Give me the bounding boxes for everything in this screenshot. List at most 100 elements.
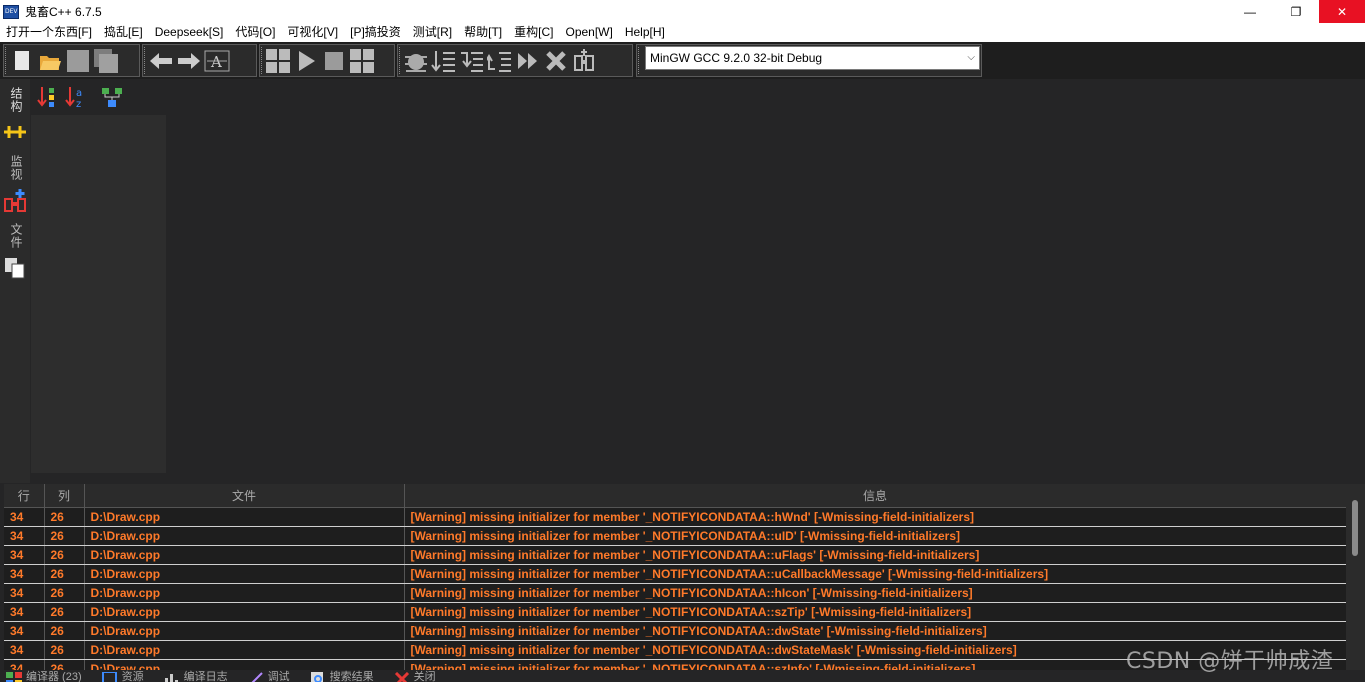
cell-col: 26	[44, 640, 85, 660]
close-tab-icon	[394, 672, 409, 682]
open-folder-icon[interactable]	[36, 47, 64, 75]
compiler-select-value: MinGW GCC 9.2.0 32-bit Debug	[650, 51, 823, 65]
cell-file: D:\Draw.cpp	[84, 621, 405, 641]
column-header-col[interactable]: 列	[44, 484, 85, 508]
cell-file: D:\Draw.cpp	[84, 564, 405, 584]
arrow-left-icon[interactable]	[147, 47, 175, 75]
cell-file: D:\Draw.cpp	[84, 602, 405, 622]
cell-file: D:\Draw.cpp	[84, 507, 405, 527]
tab-debug[interactable]: 调试	[248, 670, 290, 682]
cell-col: 26	[44, 583, 85, 603]
sort-by-type-icon[interactable]	[34, 83, 62, 111]
column-header-line[interactable]: 行	[4, 484, 45, 508]
compile-log-tab-icon	[164, 674, 178, 682]
menu-help-cn[interactable]: 帮助[T]	[458, 23, 508, 42]
close-button[interactable]: ✕	[1319, 0, 1365, 23]
window-controls: — ❐ ✕	[1227, 0, 1365, 23]
menu-view[interactable]: 可视化[V]	[281, 23, 344, 42]
side-tab-bar: 结构 监视 文件	[0, 79, 30, 483]
tab-watch[interactable]: 监视	[8, 155, 25, 181]
maximize-button[interactable]: ❐	[1273, 0, 1319, 23]
menu-file[interactable]: 打开一个东西[F]	[0, 23, 98, 42]
run-icon[interactable]	[292, 47, 320, 75]
sort-alpha-icon[interactable]: az	[62, 83, 90, 111]
app-logo-icon	[3, 4, 19, 19]
structure-add-icon[interactable]	[3, 121, 26, 143]
debug-toolbar-group	[397, 44, 633, 77]
save-icon[interactable]	[64, 47, 92, 75]
continue-icon[interactable]	[514, 47, 542, 75]
debug-tab-icon	[251, 672, 263, 682]
column-header-info[interactable]: 信息	[404, 484, 1346, 508]
cell-info: [Warning] missing initializer for member…	[404, 507, 1346, 527]
cell-col: 26	[44, 621, 85, 641]
tab-files[interactable]: 文件	[8, 223, 25, 249]
cell-line: 34	[4, 507, 45, 527]
table-row[interactable]: 34 26 D:\Draw.cpp [Warning] missing initial…	[4, 507, 1346, 527]
menu-code[interactable]: 代码[O]	[229, 23, 281, 42]
cell-info: [Warning] missing initializer for member…	[404, 545, 1346, 565]
show-inherited-icon[interactable]	[98, 83, 126, 111]
format-text-icon[interactable]: A	[203, 47, 231, 75]
tab-search-results-label: 搜索结果	[329, 671, 374, 682]
debug-bug-icon[interactable]	[402, 47, 430, 75]
add-watch-icon[interactable]	[570, 47, 598, 75]
tab-debug-label: 调试	[267, 671, 290, 682]
files-icon[interactable]	[4, 257, 26, 279]
cell-line: 34	[4, 564, 45, 584]
cell-info: [Warning] missing initializer for member…	[404, 526, 1346, 546]
menu-bar: 打开一个东西[F] 捣乱[E] Deepseek[S] 代码[O] 可视化[V]…	[0, 23, 1365, 42]
tab-structure[interactable]: 结构	[8, 87, 25, 113]
tab-close[interactable]: 关闭	[394, 670, 436, 682]
new-file-icon[interactable]	[8, 47, 36, 75]
cell-line: 34	[4, 602, 45, 622]
table-row[interactable]: 34 26 D:\Draw.cpp [Warning] missing initial…	[4, 602, 1346, 622]
menu-open[interactable]: Open[W]	[559, 23, 618, 42]
save-all-icon[interactable]	[92, 47, 120, 75]
tab-compile-log[interactable]: 编译日志	[164, 670, 228, 682]
cell-line: 34	[4, 545, 45, 565]
cell-line: 34	[4, 659, 45, 670]
cell-line: 34	[4, 640, 45, 660]
table-row[interactable]: 34 26 D:\Draw.cpp [Warning] missing initial…	[4, 621, 1346, 641]
tab-search-results[interactable]: 搜索结果	[310, 670, 374, 682]
table-row[interactable]: 34 26 D:\Draw.cpp [Warning] missing initial…	[4, 583, 1346, 603]
svg-text:A: A	[210, 53, 222, 71]
stop-debug-icon[interactable]	[542, 47, 570, 75]
svg-text:z: z	[76, 99, 81, 109]
tab-compiler[interactable]: 编译器 (23)	[6, 670, 82, 682]
menu-test[interactable]: 测试[R]	[407, 23, 458, 42]
compile-run-icon[interactable]	[348, 47, 376, 75]
compile-icon[interactable]	[264, 47, 292, 75]
resources-tab-icon	[101, 672, 117, 682]
menu-deepseek[interactable]: Deepseek[S]	[149, 23, 230, 42]
table-row[interactable]: 34 26 D:\Draw.cpp [Warning] missing initial…	[4, 545, 1346, 565]
minimize-button[interactable]: —	[1227, 0, 1273, 23]
menu-refactor[interactable]: 重构[C]	[508, 23, 559, 42]
menu-help[interactable]: Help[H]	[619, 23, 671, 42]
table-row[interactable]: 34 26 D:\Draw.cpp [Warning] missing initial…	[4, 526, 1346, 546]
table-row[interactable]: 34 26 D:\Draw.cpp [Warning] missing initial…	[4, 564, 1346, 584]
nav-toolbar-group: A	[142, 44, 257, 77]
menu-project[interactable]: [P]搞投资	[344, 23, 407, 42]
menu-edit[interactable]: 捣乱[E]	[98, 23, 149, 42]
step-over-icon[interactable]	[430, 47, 458, 75]
tab-close-label: 关闭	[413, 671, 436, 682]
column-header-file[interactable]: 文件	[84, 484, 405, 508]
cell-file: D:\Draw.cpp	[84, 640, 405, 660]
cell-col: 26	[44, 659, 85, 670]
watch-icon[interactable]	[4, 189, 26, 212]
compiler-select[interactable]: MinGW GCC 9.2.0 32-bit Debug ⌵	[645, 46, 980, 70]
tab-resources[interactable]: 资源	[101, 670, 144, 682]
step-into-icon[interactable]	[458, 47, 486, 75]
svg-text:a: a	[76, 88, 82, 99]
scroll-thumb[interactable]	[1352, 500, 1358, 556]
class-browser-tree[interactable]	[31, 115, 166, 473]
messages-scrollbar[interactable]	[1346, 484, 1365, 670]
arrow-right-icon[interactable]	[175, 47, 203, 75]
step-out-icon[interactable]	[486, 47, 514, 75]
cell-file: D:\Draw.cpp	[84, 545, 405, 565]
cell-file: D:\Draw.cpp	[84, 659, 405, 670]
stop-icon[interactable]	[320, 47, 348, 75]
editor-area[interactable]	[166, 79, 1365, 483]
